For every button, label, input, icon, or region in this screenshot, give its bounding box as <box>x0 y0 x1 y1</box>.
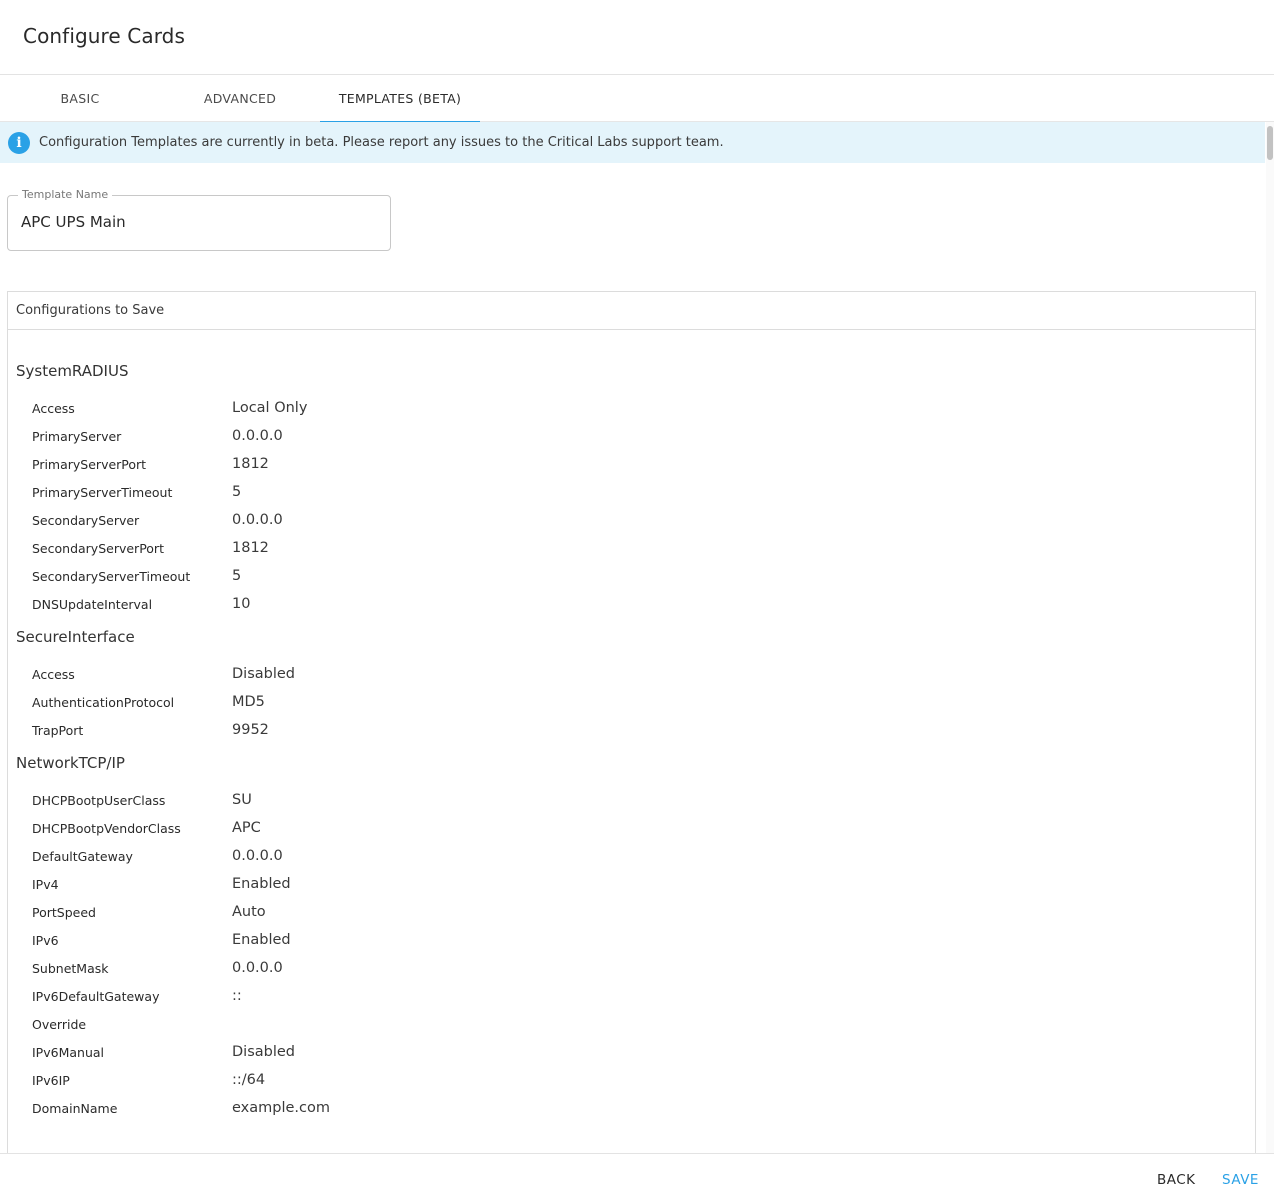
config-value: example.com <box>232 1100 330 1116</box>
config-value: ::/64 <box>232 1072 266 1088</box>
config-value: 0.0.0.0 <box>232 848 283 864</box>
config-row: DHCPBootpVendorClass APC <box>16 814 1255 842</box>
section-title: NetworkTCP/IP <box>16 754 125 772</box>
config-value: Enabled <box>232 876 291 892</box>
tab-advanced[interactable]: ADVANCED <box>160 75 320 122</box>
config-value: Local Only <box>232 400 308 416</box>
dialog-title: Configure Cards <box>23 24 185 48</box>
config-row: DHCPBootpUserClass SU <box>16 786 1255 814</box>
config-value: MD5 <box>232 694 265 710</box>
config-value: 5 <box>232 568 242 584</box>
config-key: DNSUpdateInterval <box>32 596 153 612</box>
configurations-list: SystemRADIUS Access Local Only PrimaryServe… <box>8 330 1255 1122</box>
config-value: 9952 <box>232 722 269 738</box>
config-key: DomainName <box>32 1100 118 1116</box>
config-row: AuthenticationProtocol MD5 <box>16 688 1255 716</box>
config-value: SU <box>232 792 252 808</box>
config-value: 1812 <box>232 540 269 556</box>
config-row: IPv4 Enabled <box>16 870 1255 898</box>
config-key: AuthenticationProtocol <box>32 694 175 710</box>
config-key: PortSpeed <box>32 904 96 920</box>
config-row: PrimaryServerPort 1812 <box>16 450 1255 478</box>
config-row: PortSpeed Auto <box>16 898 1255 926</box>
back-button[interactable]: BACK <box>1157 1172 1196 1188</box>
config-row: IPv6Manual Disabled <box>16 1038 1255 1066</box>
config-row: IPv6DefaultGateway:: <box>16 982 1255 1010</box>
template-name-input[interactable] <box>21 213 371 231</box>
config-key: SecondaryServerTimeout <box>32 568 191 584</box>
footer-divider <box>0 1153 1274 1154</box>
config-section: NetworkTCP/IP DHCPBootpUserClass SU DHCPBoo… <box>16 750 1255 1122</box>
config-value: 10 <box>232 596 251 612</box>
config-value: Disabled <box>232 666 295 682</box>
config-key: Access <box>32 666 75 682</box>
config-key: SecondaryServer <box>32 512 140 528</box>
config-row: SecondaryServer 0.0.0.0 <box>16 506 1255 534</box>
tab-basic[interactable]: BASIC <box>0 75 160 122</box>
config-row: PrimaryServerTimeout 5 <box>16 478 1255 506</box>
config-key: PrimaryServerTimeout <box>32 484 173 500</box>
config-key: Access <box>32 400 75 416</box>
template-name-field[interactable]: Template Name <box>7 188 391 251</box>
config-key: SubnetMask <box>32 960 109 976</box>
config-row: PrimaryServer 0.0.0.0 <box>16 422 1255 450</box>
config-section: SecureInterface Access Disabled Authenticat… <box>16 624 1255 744</box>
config-key: Override <box>32 1016 87 1032</box>
config-key: IPv4 <box>32 876 59 892</box>
config-key: DHCPBootpVendorClass <box>32 820 181 836</box>
config-value: 1812 <box>232 456 269 472</box>
config-row: DNSUpdateInterval 10 <box>16 590 1255 618</box>
config-value: 0.0.0.0 <box>232 428 283 444</box>
config-value: 0.0.0.0 <box>232 512 283 528</box>
tab-templates[interactable]: TEMPLATES (BETA) <box>320 75 480 123</box>
config-row: Override <box>16 1010 1255 1038</box>
dialog-content[interactable]: i Configuration Templates are currently … <box>0 122 1274 1153</box>
config-value: Enabled <box>232 932 291 948</box>
config-row: Access Local Only <box>16 394 1255 422</box>
config-value: Auto <box>232 904 266 920</box>
save-button[interactable]: SAVE <box>1222 1172 1259 1188</box>
config-key: IPv6Manual <box>32 1044 104 1060</box>
scrollbar[interactable] <box>1266 122 1274 1153</box>
config-key: IPv6 <box>32 932 59 948</box>
config-section: SystemRADIUS Access Local Only PrimaryServe… <box>16 358 1255 618</box>
info-icon: i <box>8 131 30 154</box>
config-row: SecondaryServerTimeout 5 <box>16 562 1255 590</box>
config-value: Disabled <box>232 1044 295 1060</box>
config-row: Access Disabled <box>16 660 1255 688</box>
config-key: PrimaryServer <box>32 428 122 444</box>
config-value: 5 <box>232 484 242 500</box>
scrollbar-thumb[interactable] <box>1267 126 1273 160</box>
template-name-label: Template Name <box>18 188 113 201</box>
banner-text: Configuration Templates are currently in… <box>39 135 724 150</box>
configurations-panel: Configurations to Save SystemRADIUS Acces… <box>7 291 1256 1153</box>
config-row: SecondaryServerPort 1812 <box>16 534 1255 562</box>
config-value: APC <box>232 820 261 836</box>
section-title: SecureInterface <box>16 628 135 646</box>
config-value: 0.0.0.0 <box>232 960 283 976</box>
config-row: TrapPort 9952 <box>16 716 1255 744</box>
config-row: DefaultGateway 0.0.0.0 <box>16 842 1255 870</box>
config-key: SecondaryServerPort <box>32 540 164 556</box>
config-value: :: <box>232 988 242 1004</box>
section-title: SystemRADIUS <box>16 362 129 380</box>
config-row: IPv6IP::/64 <box>16 1066 1255 1094</box>
config-key: TrapPort <box>32 722 84 738</box>
config-key: PrimaryServerPort <box>32 456 147 472</box>
tab-bar: BASIC ADVANCED TEMPLATES (BETA) <box>0 75 1274 123</box>
config-key: IPv6IP <box>32 1072 70 1088</box>
config-row: DomainName example.com <box>16 1094 1255 1122</box>
configurations-header: Configurations to Save <box>8 292 1255 330</box>
config-key: DefaultGateway <box>32 848 133 864</box>
beta-info-banner: i Configuration Templates are currently … <box>0 122 1265 163</box>
config-key: IPv6DefaultGateway <box>32 988 160 1004</box>
config-row: IPv6 Enabled <box>16 926 1255 954</box>
config-row: SubnetMask 0.0.0.0 <box>16 954 1255 982</box>
config-key: DHCPBootpUserClass <box>32 792 166 808</box>
